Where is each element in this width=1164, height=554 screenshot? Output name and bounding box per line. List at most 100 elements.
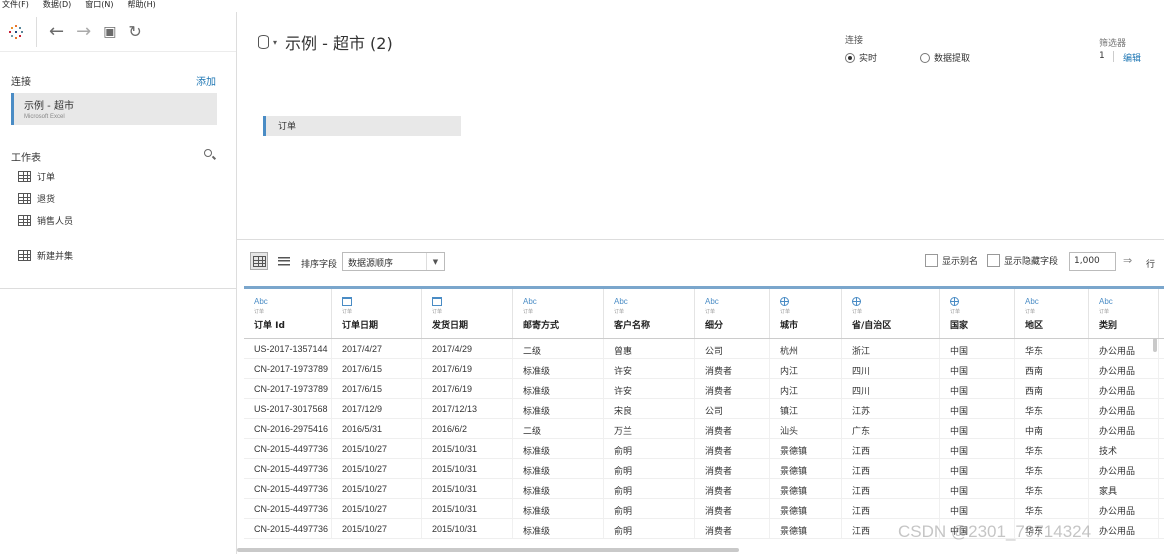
table-cell: 2017/12/13 [422, 399, 513, 418]
filter-edit-link[interactable]: 编辑 [1123, 51, 1141, 64]
globe-icon[interactable] [780, 297, 789, 306]
column-header[interactable]: Abc 订单 类别 [1089, 289, 1159, 338]
column-name: 订单 Id [254, 321, 285, 331]
grid-view-button[interactable] [250, 252, 268, 270]
table-cell: 景德镇 [770, 459, 842, 478]
globe-icon[interactable] [852, 297, 861, 306]
datasource-title[interactable]: ▾ 示例 - 超市 (2) [258, 30, 393, 54]
new-union-label: 新建并集 [37, 252, 74, 262]
calendar-icon[interactable] [342, 297, 352, 306]
table-row: CN-2015-4497736 2015/10/27 2015/10/31 标准级 俞明… [244, 439, 1164, 459]
column-header[interactable]: Abc 订单 客户名称 [604, 289, 695, 338]
forward-arrow-icon[interactable]: → [76, 22, 91, 41]
column-header[interactable]: Abc 订单 订单 Id [244, 289, 332, 338]
column-source: 订单 [523, 309, 534, 315]
horizontal-scrollbar[interactable] [237, 548, 739, 552]
table-cell: 许安 [604, 379, 695, 398]
menu-help[interactable]: 帮助(H) [127, 0, 155, 12]
type-text-icon[interactable]: Abc [705, 297, 769, 307]
filter-divider [1113, 51, 1114, 62]
list-view-button[interactable] [275, 252, 293, 270]
rows-count-input[interactable]: 1,000 [1069, 252, 1116, 271]
table-cell: 2015/10/27 [332, 519, 422, 538]
table-cell: 消费者 [695, 379, 770, 398]
extract-radio[interactable]: 数据提取 [920, 51, 970, 64]
table-cell: 俞明 [604, 459, 695, 478]
canvas-divider [237, 239, 1164, 240]
sheet-item-returns[interactable]: 退货 [18, 192, 55, 205]
type-icon[interactable] [432, 297, 512, 307]
table-cell: 华东 [1015, 439, 1089, 458]
column-header[interactable]: 订单 国家 [940, 289, 1015, 338]
apply-arrow-icon[interactable]: ⇒ [1123, 254, 1132, 267]
table-cell: 2015/10/27 [332, 499, 422, 518]
column-name: 发货日期 [432, 321, 469, 331]
add-connection-link[interactable]: 添加 [196, 73, 216, 88]
save-icon[interactable]: ▣ [103, 25, 116, 39]
table-cell: CN-2016-2975416 [244, 419, 332, 438]
back-arrow-icon[interactable]: ← [49, 22, 64, 41]
table-cell: 景德镇 [770, 439, 842, 458]
table-cell: 中南 [1015, 419, 1089, 438]
type-text-icon[interactable]: Abc [523, 297, 603, 307]
search-icon[interactable] [204, 149, 212, 157]
column-source: 订单 [432, 309, 443, 315]
table-cell: 华东 [1015, 339, 1089, 358]
connection-name: 示例 - 超市 [24, 101, 74, 112]
type-text-icon[interactable]: Abc [614, 297, 694, 307]
tableau-logo-icon[interactable] [8, 24, 24, 40]
type-text-icon[interactable]: Abc [1025, 297, 1088, 307]
calendar-icon[interactable] [432, 297, 442, 306]
column-header[interactable]: 订单 省/自治区 [842, 289, 940, 338]
show-alias-checkbox[interactable]: 显示别名 [925, 254, 978, 267]
table-cell: 景德镇 [770, 519, 842, 538]
filters-label: 筛选器 [1099, 39, 1127, 49]
table-cell: 标准级 [513, 359, 604, 378]
refresh-icon[interactable]: ↻ [128, 23, 141, 40]
menu-window[interactable]: 窗口(N) [85, 0, 113, 12]
type-icon[interactable] [342, 297, 421, 307]
table-cell: 宋良 [604, 399, 695, 418]
table-cell: 2017/4/27 [332, 339, 422, 358]
column-header[interactable]: Abc 订单 地区 [1015, 289, 1089, 338]
datasource-name[interactable]: 示例 - 超市 (2) [285, 30, 393, 54]
sort-field-value: 数据源顺序 [348, 259, 394, 269]
watermark: CSDN @2301_79714324 [898, 522, 1092, 541]
table-cell: 浙江 [842, 339, 940, 358]
column-header[interactable]: Abc 订单 邮寄方式 [513, 289, 604, 338]
type-icon[interactable] [950, 297, 1014, 307]
chevron-down-icon[interactable]: ▾ [273, 38, 277, 47]
show-hidden-checkbox[interactable]: 显示隐藏字段 [987, 254, 1058, 267]
vertical-scrollbar[interactable] [1153, 338, 1157, 352]
sheet-item-orders[interactable]: 订单 [18, 170, 55, 183]
connection-item[interactable]: 示例 - 超市 Microsoft Excel [11, 93, 217, 125]
sheet-label: 销售人员 [37, 217, 74, 227]
checkbox-icon [925, 254, 938, 267]
type-text-icon[interactable]: Abc [254, 297, 331, 307]
table-cell: 四川 [842, 359, 940, 378]
column-header[interactable]: 订单 城市 [770, 289, 842, 338]
sort-field-select[interactable]: 数据源顺序 ▼ [342, 252, 445, 271]
table-cell: 标准级 [513, 439, 604, 458]
table-cell: 2015/10/31 [422, 479, 513, 498]
live-radio[interactable]: 实时 [845, 51, 877, 64]
type-icon[interactable] [852, 297, 939, 307]
table-cell: 曾惠 [604, 339, 695, 358]
table-cell: 内江 [770, 379, 842, 398]
menu-data[interactable]: 数据(D) [43, 0, 71, 12]
column-header[interactable]: 订单 订单日期 [332, 289, 422, 338]
column-header[interactable]: Abc 订单 细分 [695, 289, 770, 338]
column-header[interactable]: 订单 发货日期 [422, 289, 513, 338]
canvas-table-orders[interactable]: 订单 [263, 116, 461, 136]
type-icon[interactable] [780, 297, 841, 307]
globe-icon[interactable] [950, 297, 959, 306]
table-cell: 消费者 [695, 499, 770, 518]
type-text-icon[interactable]: Abc [1099, 297, 1158, 307]
table-cell: 2017/6/19 [422, 359, 513, 378]
menu-bar: 文件(F) 数据(D) 窗口(N) 帮助(H) [0, 0, 1164, 12]
table-row: CN-2015-4497736 2015/10/27 2015/10/31 标准级 俞明… [244, 499, 1164, 519]
new-union-item[interactable]: 新建并集 [18, 249, 73, 262]
sheet-item-salespeople[interactable]: 销售人员 [18, 214, 73, 227]
menu-file[interactable]: 文件(F) [2, 0, 29, 12]
table-cell: 汕头 [770, 419, 842, 438]
